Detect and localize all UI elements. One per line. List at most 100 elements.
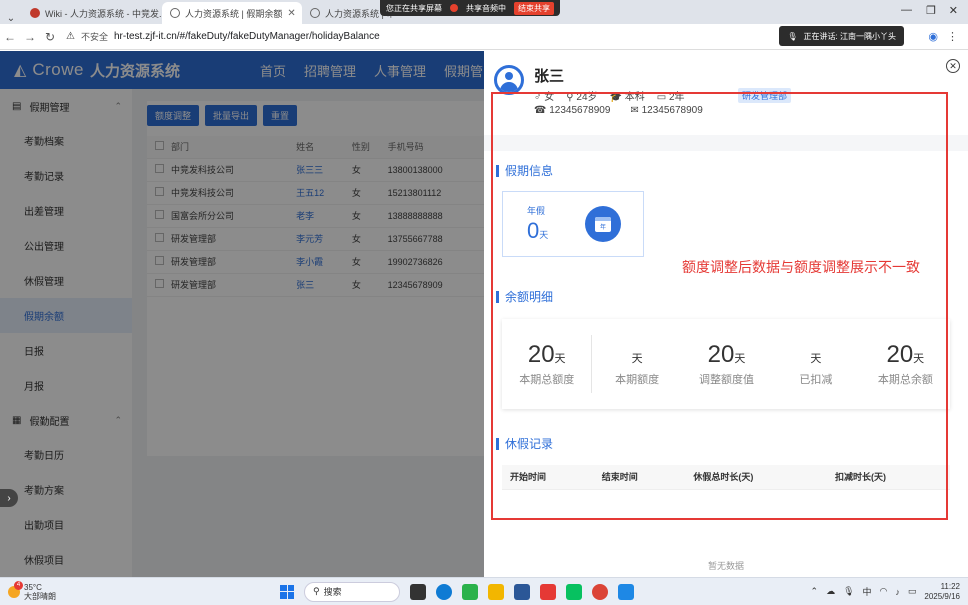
browser-tab-approval[interactable]: 人力资源系统 | 审... (302, 2, 392, 24)
browser-tab-wiki[interactable]: Wiki - 人力资源系统 - 中竞发... ✕ (22, 2, 162, 24)
calendar-icon-text: 年 (595, 216, 611, 232)
age-value: 24岁 (576, 92, 598, 103)
stop-share-button[interactable]: 结束共享 (514, 1, 554, 15)
volume-icon[interactable]: ♪ (895, 587, 900, 597)
balance-label: 已扣减 (799, 374, 833, 386)
task-view-icon[interactable] (410, 583, 426, 600)
url-field[interactable]: ⚠ 不安全 hr-test.zjf-it.cn/#/fakeDuty/fakeD… (66, 30, 380, 43)
minimize-icon[interactable]: — (901, 4, 912, 16)
battery-icon[interactable]: ▭ (908, 586, 917, 597)
wps-icon[interactable] (540, 583, 556, 600)
balance-unit: 天 (810, 353, 822, 365)
section-title: 假期信息 (505, 164, 554, 178)
close-tab-icon[interactable]: ✕ (287, 8, 295, 19)
briefcase-icon: ▭ (656, 92, 667, 103)
microphone-icon[interactable]: 🎙 (843, 586, 854, 597)
education-icon: 🎓 (609, 92, 622, 103)
chrome-icon[interactable] (592, 583, 608, 600)
leave-days-number: 0 (527, 218, 540, 243)
divider (484, 135, 968, 151)
employee-meta: ♂ 女 ⚲ 24岁 🎓 本科 ▭ 2年 (534, 88, 685, 103)
email-icon: ✉ (630, 105, 639, 116)
insecure-label: 不安全 (80, 32, 108, 42)
share-audio: 共享音频中 (466, 3, 506, 13)
screen-share-bar: 您正在共享屏幕 共享音频中 结束共享 (380, 0, 560, 16)
calendar-icon: 年 (585, 206, 621, 242)
weather-desc: 大部晴朗 (24, 591, 56, 601)
notification-badge: 4 (14, 580, 23, 590)
balance-unit: 天 (913, 353, 925, 365)
section-title: 余额明细 (505, 290, 554, 304)
email-value: 12345678909 (641, 105, 703, 116)
bug-annotation: 额度调整后数据与额度调整展示不一致 (682, 259, 920, 275)
balance-total-remaining: 20天 本期总余额 (861, 319, 950, 409)
leave-days-unit: 天 (539, 230, 549, 240)
employee-balance-drawer: ✕ 张三 ♂ 女 ⚲ 24岁 🎓 本科 ▭ 2年 研发管理部 ☎ 1234567… (484, 51, 968, 577)
speaking-indicator: 🎙 正在讲话: 江南一隅小丫头 (779, 26, 904, 46)
age-field: ⚲ 24岁 (566, 88, 597, 103)
meeting-app-icon[interactable] (618, 583, 634, 600)
leave-record-table: 开始时间 结束时间 休假总时长(天) 扣减时长(天) (502, 465, 950, 490)
balance-number: 20 (707, 341, 735, 368)
taskbar-search[interactable]: ⚲ 搜索 (304, 581, 400, 602)
balance-adjusted-value: 20天 调整额度值 (682, 319, 771, 409)
file-explorer-icon[interactable] (488, 583, 504, 600)
balance-unit: 天 (734, 353, 746, 365)
chevron-up-icon[interactable]: ⌃ (811, 586, 819, 597)
column-header: 结束时间 (593, 465, 686, 490)
weather-sun-icon: 4 (8, 580, 23, 598)
close-icon[interactable]: ✕ (946, 59, 960, 73)
profile-icon[interactable]: ◉ (928, 30, 938, 43)
column-header: 休假总时长(天) (685, 465, 828, 490)
tab-list-icon[interactable]: ⌄ (0, 13, 22, 24)
microphone-icon: 🎙 (787, 31, 798, 41)
balance-period-quota: 天 本期额度 (592, 319, 681, 409)
globe-icon (170, 8, 180, 18)
balance-label: 调整额度值 (699, 374, 755, 386)
clock-time: 11:22 (940, 581, 960, 591)
expand-sidebar-icon[interactable]: › (0, 489, 18, 507)
empty-state-text: 暂无数据 (707, 561, 744, 571)
reload-icon[interactable]: ↻ (40, 30, 60, 44)
wechat-icon[interactable] (566, 583, 582, 600)
window-close-icon[interactable]: ✕ (949, 4, 958, 17)
ime-indicator[interactable]: 中 (863, 585, 872, 598)
clock-date: 2025/9/16 (924, 591, 960, 601)
tab-title: Wiki - 人力资源系统 - 中竞发... (45, 8, 162, 19)
avatar (494, 65, 524, 95)
phone-value: 12345678909 (549, 105, 611, 116)
education-field: 🎓 本科 (610, 88, 645, 103)
balance-number: 20 (886, 341, 914, 368)
chat-app-icon[interactable] (462, 583, 478, 600)
share-status: 您正在共享屏幕 (386, 3, 442, 13)
balance-number: 20 (527, 341, 555, 368)
maximize-icon[interactable]: ❐ (926, 4, 936, 17)
phone-icon: ☎ (534, 105, 547, 116)
weather-widget[interactable]: 4 35°C 大部晴朗 (0, 580, 280, 601)
globe-icon (310, 8, 320, 18)
balance-unit: 天 (631, 353, 643, 365)
balance-label: 本期额度 (615, 374, 660, 386)
windows-taskbar: 4 35°C 大部晴朗 ⚲ 搜索 ⌃ ☁ 🎙 中 ◠ ♪ ▭ 11:22 202… (0, 577, 968, 605)
balance-label: 本期总额度 (519, 374, 575, 386)
section-title: 休假记录 (505, 437, 554, 451)
gender-value: 女 (544, 92, 555, 103)
wifi-icon[interactable]: ◠ (880, 586, 888, 597)
word-icon[interactable] (514, 583, 530, 600)
windows-start-icon[interactable] (280, 584, 294, 599)
balance-total-quota: 20天 本期总额度 (502, 319, 591, 409)
department-badge: 研发管理部 (738, 88, 792, 103)
tab-title: 人力资源系统 | 假期余额 (185, 8, 283, 19)
leave-type-card[interactable]: 年假 0天 年 (502, 191, 644, 257)
edge-icon[interactable] (436, 583, 452, 600)
browser-tab-holiday-balance[interactable]: 人力资源系统 | 假期余额 ✕ (162, 2, 302, 24)
menu-kebab-icon[interactable]: ⋮ (947, 30, 958, 43)
cloud-icon[interactable]: ☁ (826, 586, 835, 597)
clock[interactable]: 11:22 2025/9/16 (924, 582, 960, 602)
search-label: 搜索 (323, 587, 342, 597)
warning-icon: ⚠ (66, 31, 75, 42)
back-icon[interactable]: ← (0, 30, 20, 44)
forward-icon[interactable]: → (20, 30, 40, 44)
leave-type-label: 年假 (527, 206, 546, 216)
gender-icon: ♂ (534, 92, 542, 103)
